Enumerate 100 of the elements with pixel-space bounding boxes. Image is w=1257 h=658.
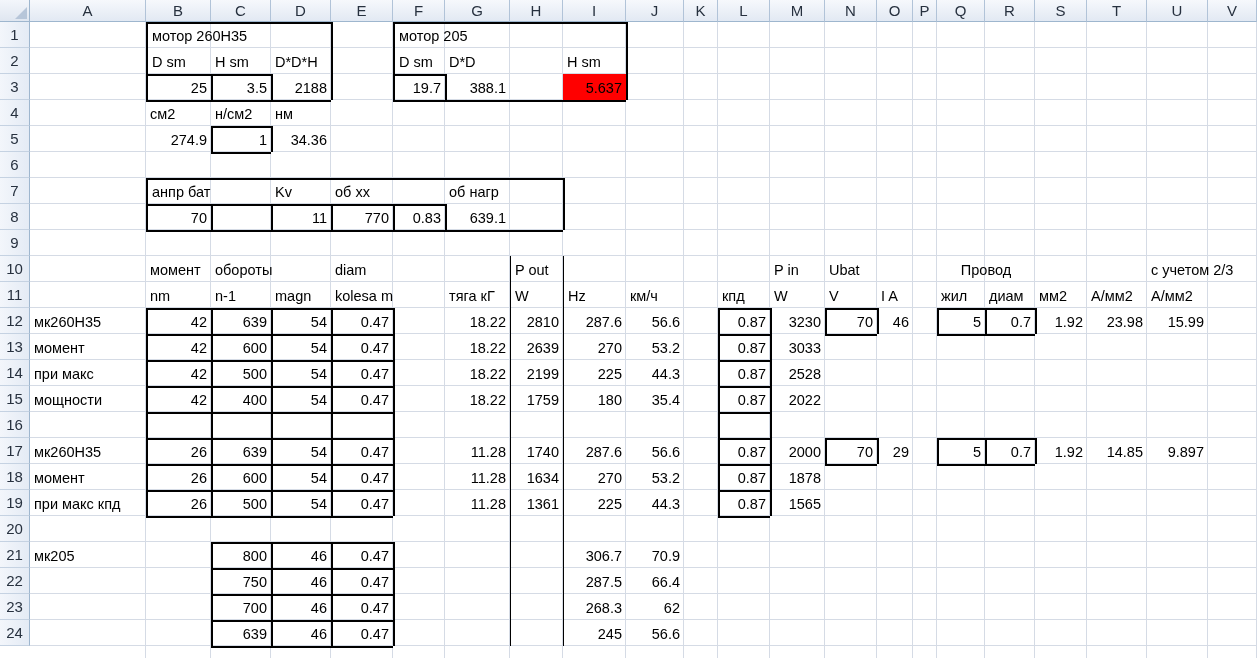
table-cell: Hz [563, 282, 626, 308]
row-header[interactable]: 7 [0, 178, 30, 204]
table-cell-text: А/мм2 [1090, 287, 1134, 306]
table-cell: 54 [271, 490, 331, 516]
table-cell: 600 [211, 464, 271, 490]
column-header[interactable]: E [331, 0, 393, 22]
table-cell-text: kolesa m [334, 287, 395, 306]
column-header[interactable]: I [563, 0, 626, 22]
table-cell: 3.5 [211, 74, 271, 100]
column-header[interactable]: U [1147, 0, 1208, 22]
table-cell-text: 18.22 [468, 339, 507, 358]
table-cell: 225 [563, 490, 626, 516]
column-header[interactable]: K [684, 0, 718, 22]
table-cell: 26 [146, 464, 211, 490]
row-header[interactable]: 19 [0, 490, 30, 516]
row-header[interactable]: 13 [0, 334, 30, 360]
table-cell-text: I A [880, 287, 899, 306]
table-cell [211, 412, 271, 438]
table-cell-text: с учетом 2/3 [1150, 261, 1235, 280]
column-header[interactable]: O [877, 0, 913, 22]
column-header[interactable]: Q [937, 0, 985, 22]
table-cell: 1878 [770, 464, 825, 490]
table-cell-text: момент [33, 469, 86, 488]
column-header[interactable]: S [1035, 0, 1087, 22]
table-cell: 287.6 [563, 438, 626, 464]
column-header[interactable]: M [770, 0, 825, 22]
table-cell: 800 [211, 542, 271, 568]
table-cell: н/см2 [211, 100, 271, 126]
row-header[interactable]: 12 [0, 308, 30, 334]
row-header[interactable]: 4 [0, 100, 30, 126]
column-header[interactable]: T [1087, 0, 1147, 22]
column-header[interactable]: B [146, 0, 211, 22]
column-header[interactable]: R [985, 0, 1035, 22]
column-header[interactable]: N [825, 0, 877, 22]
table-cell: 2000 [770, 438, 825, 464]
column-header[interactable]: P [913, 0, 937, 22]
row-header[interactable]: 23 [0, 594, 30, 620]
table-cell-text: 18.22 [468, 313, 507, 332]
table-cell-text: Ubat [828, 261, 861, 280]
column-header[interactable]: C [211, 0, 271, 22]
table-cell: D sm [393, 48, 445, 74]
column-header[interactable]: H [510, 0, 563, 22]
table-cell: 2199 [510, 360, 563, 386]
select-all-button[interactable] [0, 0, 30, 22]
table-cell-text: V [828, 287, 840, 306]
row-header[interactable]: 22 [0, 568, 30, 594]
table-cell: 400 [211, 386, 271, 412]
table-cell-text: мк260H35 [33, 313, 103, 332]
table-cell: 1 [211, 126, 271, 152]
table-cell: 54 [271, 386, 331, 412]
table-cell: 3230 [770, 308, 825, 334]
table-cell: 26 [146, 490, 211, 516]
row-header[interactable]: 2 [0, 48, 30, 74]
row-header[interactable]: 10 [0, 256, 30, 282]
table-cell: 0.47 [331, 594, 393, 620]
table-cell: 770 [331, 204, 393, 230]
row-header[interactable]: 24 [0, 620, 30, 646]
table-cell: 639 [211, 438, 271, 464]
column-header[interactable]: J [626, 0, 684, 22]
column-header[interactable]: F [393, 0, 445, 22]
row-header[interactable]: 9 [0, 230, 30, 256]
column-header[interactable]: L [718, 0, 770, 22]
table-cell-text: W [773, 287, 789, 306]
row-header[interactable]: 11 [0, 282, 30, 308]
row-header[interactable]: 6 [0, 152, 30, 178]
row-header[interactable]: 17 [0, 438, 30, 464]
column-header[interactable]: A [30, 0, 146, 22]
table-cell: 54 [271, 360, 331, 386]
row-header[interactable]: 8 [0, 204, 30, 230]
table-cell-text: diam [334, 261, 368, 280]
table-cell-text: 62 [662, 599, 681, 618]
table-cell: 0.83 [393, 204, 445, 230]
column-header[interactable]: G [445, 0, 510, 22]
table-cell-text: кпд [721, 287, 746, 306]
table-cell [718, 412, 770, 438]
table-cell: P out [510, 256, 563, 282]
table-cell: 500 [211, 490, 271, 516]
row-header[interactable]: 14 [0, 360, 30, 386]
row-header[interactable]: 16 [0, 412, 30, 438]
table-cell: 0.47 [331, 620, 393, 646]
row-header[interactable]: 18 [0, 464, 30, 490]
column-header[interactable]: V [1208, 0, 1257, 22]
table-cell: 1.92 [1035, 438, 1087, 464]
table-cell: 3033 [770, 334, 825, 360]
table-cell: 70 [146, 204, 211, 230]
row-header[interactable]: 1 [0, 22, 30, 48]
row-header[interactable]: 5 [0, 126, 30, 152]
row-header[interactable]: 20 [0, 516, 30, 542]
row-header[interactable]: 15 [0, 386, 30, 412]
table-cell [211, 204, 271, 230]
table-cell: 42 [146, 360, 211, 386]
column-header[interactable]: D [271, 0, 331, 22]
row-header[interactable]: 3 [0, 74, 30, 100]
table-cell: 700 [211, 594, 271, 620]
table-cell [331, 412, 393, 438]
table-cell: 2188 [271, 74, 331, 100]
row-header[interactable]: 21 [0, 542, 30, 568]
table-cell-text: 274.9 [169, 131, 208, 150]
table-cell: 25 [146, 74, 211, 100]
table-cell: 0.47 [331, 438, 393, 464]
